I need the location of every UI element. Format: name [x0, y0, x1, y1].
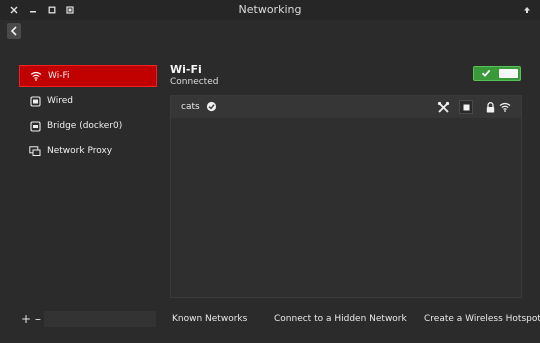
connected-refresh-icon: [206, 101, 217, 112]
sidebar-item-proxy[interactable]: Network Proxy: [19, 140, 157, 162]
sidebar-footer-strip: [44, 311, 156, 327]
stop-icon: [463, 104, 469, 110]
sidebar-item-label: Bridge (docker0): [47, 121, 123, 131]
connection-status: Connected: [170, 77, 219, 87]
create-hotspot-button[interactable]: Create a Wireless Hotspot: [424, 314, 540, 324]
toolbar: [0, 20, 540, 44]
disconnect-button[interactable]: [459, 100, 473, 114]
sidebar-item-wifi[interactable]: Wi-Fi: [19, 65, 157, 87]
page-title: Wi-Fi: [170, 63, 202, 76]
chevron-left-icon: [10, 26, 17, 36]
title-bar: Networking: [0, 0, 540, 20]
add-connection-button[interactable]: +: [20, 312, 32, 326]
sidebar-item-label: Wi-Fi: [48, 71, 70, 81]
bridge-icon: [29, 120, 41, 132]
tools-icon: [437, 101, 449, 113]
sidebar-item-label: Wired: [47, 96, 73, 106]
check-icon: [481, 68, 491, 81]
lock-icon: [483, 100, 497, 114]
network-name: cats: [181, 102, 200, 112]
signal-strength-icon: [498, 100, 512, 114]
wifi-icon: [30, 70, 42, 82]
wired-icon: [29, 95, 41, 107]
window-title: Networking: [238, 3, 302, 16]
network-settings-button[interactable]: [436, 100, 450, 114]
keep-above-icon[interactable]: [521, 4, 533, 16]
back-button[interactable]: [7, 23, 21, 39]
connect-hidden-network-button[interactable]: Connect to a Hidden Network: [274, 314, 407, 324]
network-row[interactable]: cats: [171, 96, 521, 118]
wifi-toggle[interactable]: [473, 66, 521, 81]
sidebar-item-label: Network Proxy: [47, 146, 113, 156]
toggle-knob: [499, 69, 518, 78]
main-header: Wi-Fi Connected: [170, 63, 218, 87]
sidebar: Wi-Fi Wired Bridge (docker0) Network Pro…: [13, 60, 159, 315]
sidebar-item-bridge[interactable]: Bridge (docker0): [19, 115, 157, 137]
network-list: cats: [170, 95, 522, 298]
sidebar-item-wired[interactable]: Wired: [19, 90, 157, 112]
known-networks-button[interactable]: Known Networks: [172, 314, 247, 324]
sidebar-footer: + –: [18, 311, 156, 327]
remove-connection-button[interactable]: –: [32, 312, 44, 326]
proxy-icon: [29, 145, 41, 157]
